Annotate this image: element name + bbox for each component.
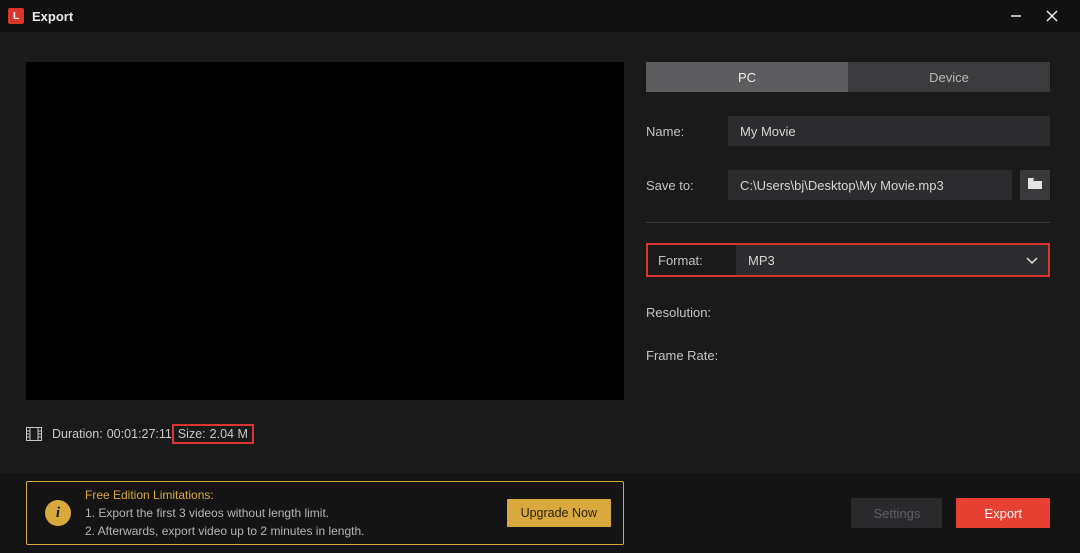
limitations-panel: i Free Edition Limitations: 1. Export th… — [26, 481, 624, 545]
minimize-button[interactable] — [998, 0, 1034, 32]
size-highlight: Size: 2.04 M — [172, 424, 254, 444]
saveto-row: Save to: — [646, 170, 1050, 200]
resolution-label: Resolution: — [646, 305, 736, 320]
info-icon: i — [45, 500, 71, 526]
upgrade-button[interactable]: Upgrade Now — [507, 499, 611, 527]
saveto-input[interactable] — [728, 170, 1012, 200]
name-input[interactable] — [728, 116, 1050, 146]
window-title: Export — [32, 9, 73, 24]
chevron-down-icon — [1026, 253, 1038, 268]
target-tabs: PC Device — [646, 62, 1050, 92]
name-label: Name: — [646, 124, 728, 139]
limitations-title: Free Edition Limitations: — [85, 486, 493, 504]
duration-value: 00:01:27:11 — [107, 427, 172, 441]
main-content: Duration: 00:01:27:11 Size: 2.04 M PC De… — [0, 32, 1080, 452]
browse-button[interactable] — [1020, 170, 1050, 200]
export-button[interactable]: Export — [956, 498, 1050, 528]
limitations-text: Free Edition Limitations: 1. Export the … — [85, 486, 493, 540]
app-icon: L — [8, 8, 24, 24]
name-row: Name: — [646, 116, 1050, 146]
folder-icon — [1027, 177, 1043, 193]
titlebar: L Export — [0, 0, 1080, 32]
meta-row: Duration: 00:01:27:11 Size: 2.04 M — [26, 424, 624, 444]
bottom-bar: i Free Edition Limitations: 1. Export th… — [0, 473, 1080, 553]
limitations-line-2: 2. Afterwards, export video up to 2 minu… — [85, 522, 493, 540]
close-button[interactable] — [1034, 0, 1070, 32]
size-value: 2.04 M — [210, 427, 248, 441]
settings-column: PC Device Name: Save to: Format: MP3 — [646, 62, 1050, 452]
format-label: Format: — [648, 245, 736, 275]
tab-device[interactable]: Device — [848, 62, 1050, 92]
format-select[interactable]: MP3 — [736, 245, 1048, 275]
preview-column: Duration: 00:01:27:11 Size: 2.04 M — [26, 62, 624, 452]
tab-pc[interactable]: PC — [646, 62, 848, 92]
framerate-row: Frame Rate: — [646, 348, 1050, 363]
separator — [646, 222, 1050, 223]
limitations-line-1: 1. Export the first 3 videos without len… — [85, 504, 493, 522]
resolution-row: Resolution: — [646, 305, 1050, 320]
video-preview — [26, 62, 624, 400]
framerate-label: Frame Rate: — [646, 348, 736, 363]
film-icon — [26, 427, 42, 441]
size-label: Size: — [178, 427, 206, 441]
settings-button: Settings — [851, 498, 942, 528]
duration-label: Duration: — [52, 427, 103, 441]
saveto-label: Save to: — [646, 178, 728, 193]
format-row-highlight: Format: MP3 — [646, 243, 1050, 277]
format-value: MP3 — [748, 253, 775, 268]
